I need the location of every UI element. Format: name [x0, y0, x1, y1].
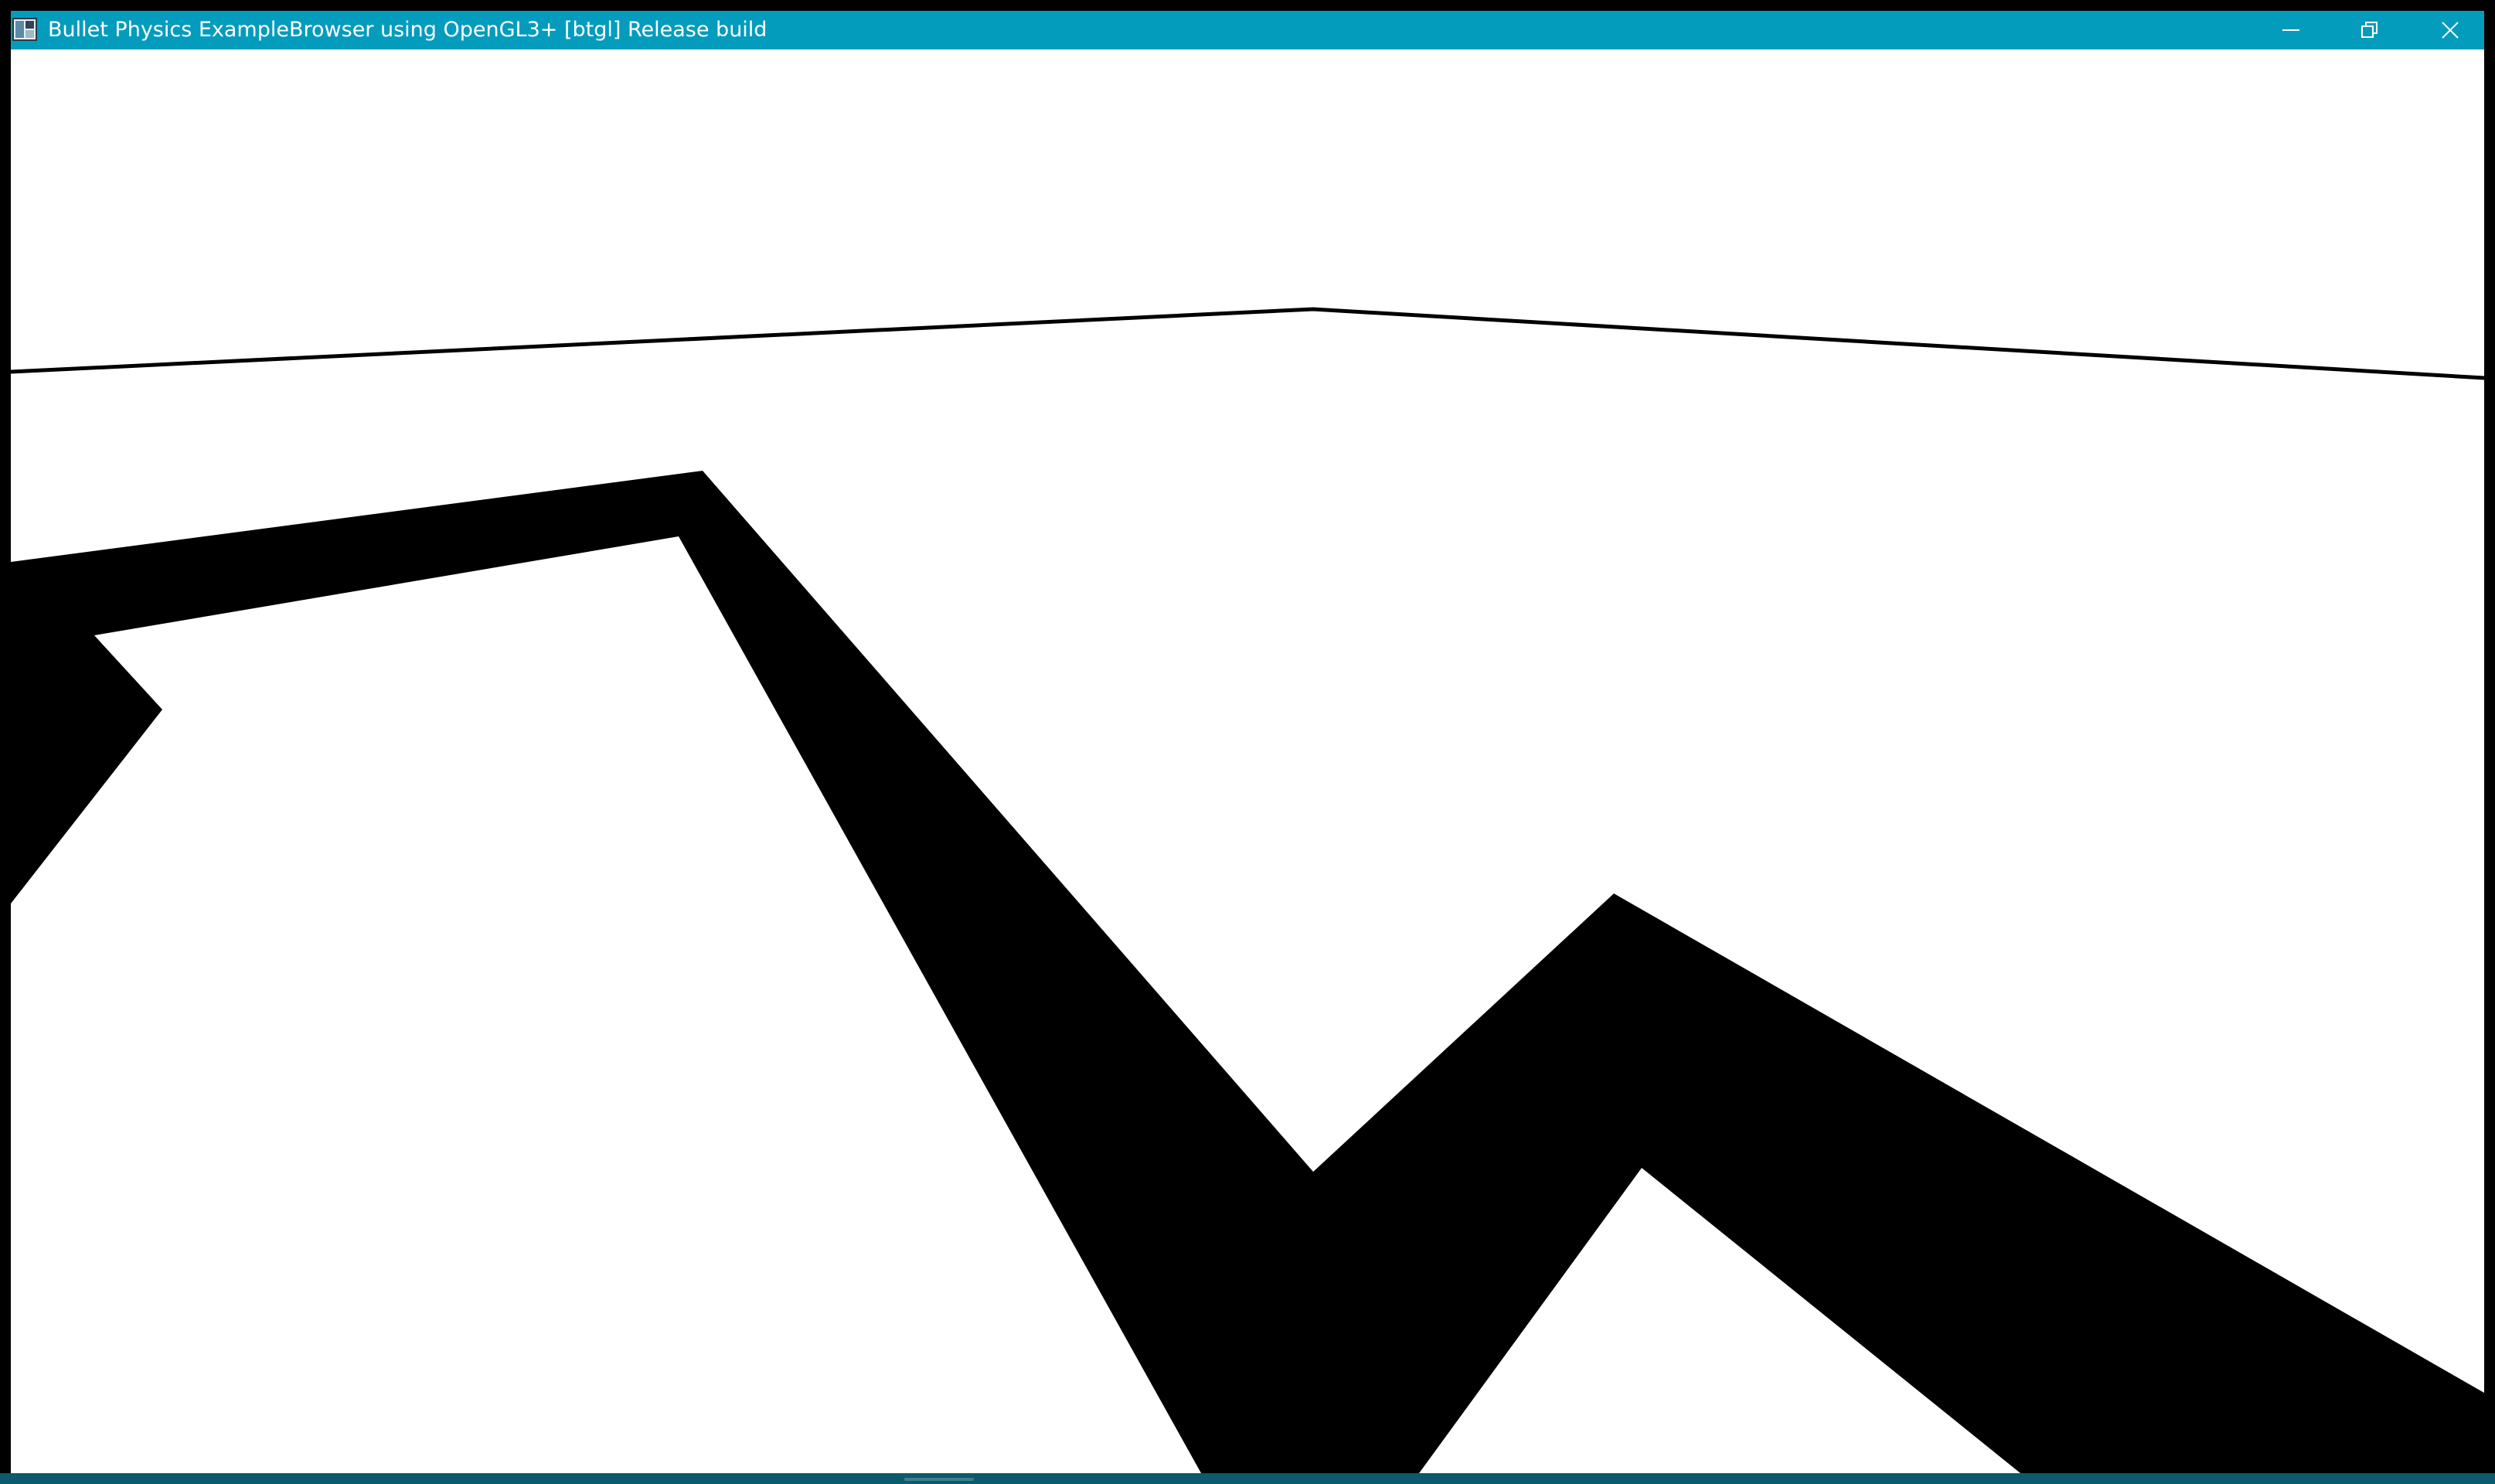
taskbar-edge: [0, 1473, 2495, 1484]
close-icon: [2442, 22, 2459, 39]
restore-icon: [2361, 22, 2378, 38]
scene-canvas: [11, 49, 2484, 1473]
window-title: Bullet Physics ExampleBrowser using Open…: [48, 18, 768, 42]
minimize-icon: [2282, 29, 2299, 31]
restore-button[interactable]: [2331, 11, 2408, 49]
minimize-button[interactable]: [2252, 11, 2330, 49]
app-window[interactable]: Bullet Physics ExampleBrowser using Open…: [11, 11, 2484, 1473]
close-button[interactable]: [2412, 11, 2484, 49]
taskbar-handle: [904, 1478, 974, 1481]
desktop-screen: Bullet Physics ExampleBrowser using Open…: [0, 0, 2495, 1484]
render-viewport[interactable]: [11, 49, 2484, 1473]
title-bar[interactable]: Bullet Physics ExampleBrowser using Open…: [11, 11, 2484, 49]
app-window-icon[interactable]: [12, 18, 37, 41]
